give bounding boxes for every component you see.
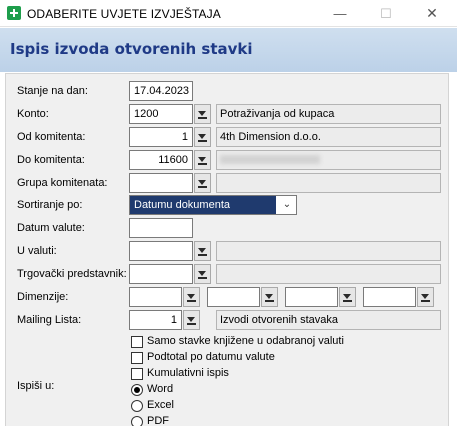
samo-stavke-checkbox[interactable] xyxy=(131,336,143,348)
kumulativni-label[interactable]: Kumulativni ispis xyxy=(147,367,229,379)
excel-radio[interactable] xyxy=(131,400,143,412)
podtotal-checkbox[interactable] xyxy=(131,352,143,364)
od-komitenta-label: Od komitenta: xyxy=(17,131,86,143)
chevron-down-icon[interactable]: ⌄ xyxy=(279,197,295,213)
do-komitenta-lookup-icon[interactable] xyxy=(194,150,211,170)
sortiranje-po-select[interactable]: Datumu dokumenta ⌄ xyxy=(129,195,297,215)
stanje-na-dan-label: Stanje na dan: xyxy=(17,85,88,97)
trgovacki-predstavnik-lookup-icon[interactable] xyxy=(194,264,211,284)
mailing-lista-label: Mailing Lista: xyxy=(17,314,82,326)
od-komitenta-lookup-icon[interactable] xyxy=(194,127,211,147)
mailing-lista-lookup-icon[interactable] xyxy=(183,310,200,330)
sortiranje-po-value: Datumu dokumenta xyxy=(130,196,276,214)
u-valuti-label: U valuti: xyxy=(17,245,57,257)
minimize-button[interactable]: — xyxy=(317,0,363,27)
konto-field[interactable]: 1200 xyxy=(129,104,193,124)
datum-valute-label: Datum valute: xyxy=(17,222,85,234)
do-komitenta-description xyxy=(216,150,441,170)
redacted-text xyxy=(220,155,320,164)
maximize-button[interactable]: ☐ xyxy=(363,0,409,27)
app-logo-icon xyxy=(7,6,21,20)
dimenzija-1-field[interactable] xyxy=(129,287,182,307)
dimenzija-1-lookup-icon[interactable] xyxy=(183,287,200,307)
pdf-label[interactable]: PDF xyxy=(147,415,169,426)
u-valuti-description xyxy=(216,241,441,261)
window-title-bar: ODABERITE UVJETE IZVJEŠTAJA — ☐ ✕ xyxy=(0,0,457,27)
pdf-radio[interactable] xyxy=(131,416,143,426)
konto-label: Konto: xyxy=(17,108,49,120)
konto-lookup-icon[interactable] xyxy=(194,104,211,124)
dimenzije-label: Dimenzije: xyxy=(17,291,69,303)
u-valuti-lookup-icon[interactable] xyxy=(194,241,211,261)
grupa-komitenata-description xyxy=(216,173,441,193)
samo-stavke-label[interactable]: Samo stavke knjižene u odabranoj valuti xyxy=(147,335,344,347)
kumulativni-checkbox[interactable] xyxy=(131,368,143,380)
dimenzija-4-lookup-icon[interactable] xyxy=(417,287,434,307)
dimenzija-3-field[interactable] xyxy=(285,287,338,307)
od-komitenta-description: 4th Dimension d.o.o. xyxy=(216,127,441,147)
dimenzija-2-lookup-icon[interactable] xyxy=(261,287,278,307)
sortiranje-po-label: Sortiranje po: xyxy=(17,199,83,211)
do-komitenta-field[interactable]: 11600 xyxy=(129,150,193,170)
mailing-lista-field[interactable]: 1 xyxy=(129,310,182,330)
dimenzija-2-field[interactable] xyxy=(207,287,260,307)
word-label[interactable]: Word xyxy=(147,383,173,395)
page-title: Ispis izvoda otvorenih stavki xyxy=(10,40,253,58)
podtotal-label[interactable]: Podtotal po datumu valute xyxy=(147,351,275,363)
close-button[interactable]: ✕ xyxy=(409,0,455,27)
dimenzija-3-lookup-icon[interactable] xyxy=(339,287,356,307)
report-header: Ispis izvoda otvorenih stavki xyxy=(0,28,457,72)
grupa-komitenata-lookup-icon[interactable] xyxy=(194,173,211,193)
konto-description: Potraživanja od kupaca xyxy=(216,104,441,124)
grupa-komitenata-label: Grupa komitenata: xyxy=(17,177,108,189)
word-radio[interactable] xyxy=(131,384,143,396)
datum-valute-field[interactable] xyxy=(129,218,193,238)
trgovacki-predstavnik-description xyxy=(216,264,441,284)
dimenzija-4-field[interactable] xyxy=(363,287,416,307)
window-title: ODABERITE UVJETE IZVJEŠTAJA xyxy=(27,7,221,21)
ispisi-u-label: Ispiši u: xyxy=(17,380,55,392)
do-komitenta-label: Do komitenta: xyxy=(17,154,85,166)
u-valuti-field[interactable] xyxy=(129,241,193,261)
mailing-lista-description: Izvodi otvorenih stavaka xyxy=(216,310,441,330)
excel-label[interactable]: Excel xyxy=(147,399,174,411)
od-komitenta-field[interactable]: 1 xyxy=(129,127,193,147)
stanje-na-dan-field[interactable]: 17.04.2023 xyxy=(129,81,193,101)
trgovacki-predstavnik-field[interactable] xyxy=(129,264,193,284)
trgovacki-predstavnik-label: Trgovački predstavnik: xyxy=(17,268,127,280)
grupa-komitenata-field[interactable] xyxy=(129,173,193,193)
